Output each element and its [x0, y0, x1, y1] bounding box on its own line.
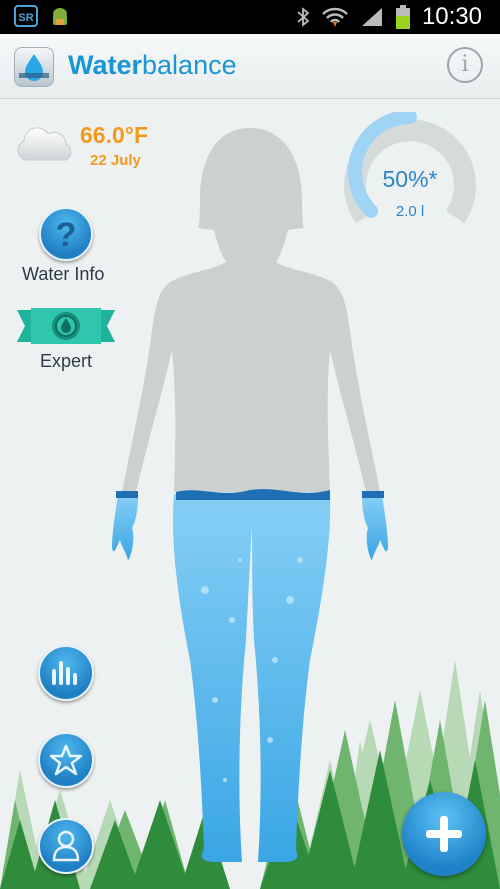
favorites-button[interactable]	[38, 732, 94, 788]
app-header: Waterbalance i	[0, 34, 500, 99]
gauge-percent: 50%*	[382, 166, 438, 192]
gauge-volume: 2.0 l	[395, 203, 425, 220]
bluetooth-icon	[297, 7, 310, 27]
expert-badge-button[interactable]	[17, 306, 115, 346]
water-info-label[interactable]: Water Info	[22, 264, 104, 285]
app-title-part2: balance	[142, 50, 237, 80]
person-icon	[52, 830, 80, 862]
status-time: 10:30	[421, 3, 482, 30]
expert-label[interactable]: Expert	[40, 351, 92, 372]
star-icon	[49, 744, 83, 776]
cloud-icon	[17, 127, 72, 161]
app-title-part1: Water	[68, 50, 143, 80]
status-left-icons: SR	[14, 5, 72, 29]
battery-icon	[395, 5, 410, 29]
statistics-button[interactable]	[38, 645, 94, 701]
water-surface	[116, 489, 384, 500]
wifi-icon	[322, 7, 348, 27]
weather-temperature: 66.0°F	[80, 122, 149, 148]
profile-button[interactable]	[38, 818, 94, 874]
info-button[interactable]: i	[447, 47, 483, 83]
svg-text:?: ?	[56, 216, 77, 252]
status-right-icons: 10:30	[296, 0, 482, 34]
bar-chart-icon	[52, 661, 77, 685]
weather-date: 22 July	[90, 152, 141, 169]
add-drink-button[interactable]	[402, 792, 486, 876]
signal-icon	[361, 8, 382, 26]
android-icon	[53, 8, 67, 25]
plus-icon	[426, 816, 462, 852]
sr-icon: SR	[14, 5, 38, 27]
question-icon: ?	[56, 216, 77, 252]
app-title: Waterbalance	[68, 50, 237, 81]
app-logo-icon[interactable]	[14, 47, 54, 87]
water-info-button[interactable]: ?	[39, 207, 93, 261]
status-bar: SR 10:30	[0, 0, 500, 34]
